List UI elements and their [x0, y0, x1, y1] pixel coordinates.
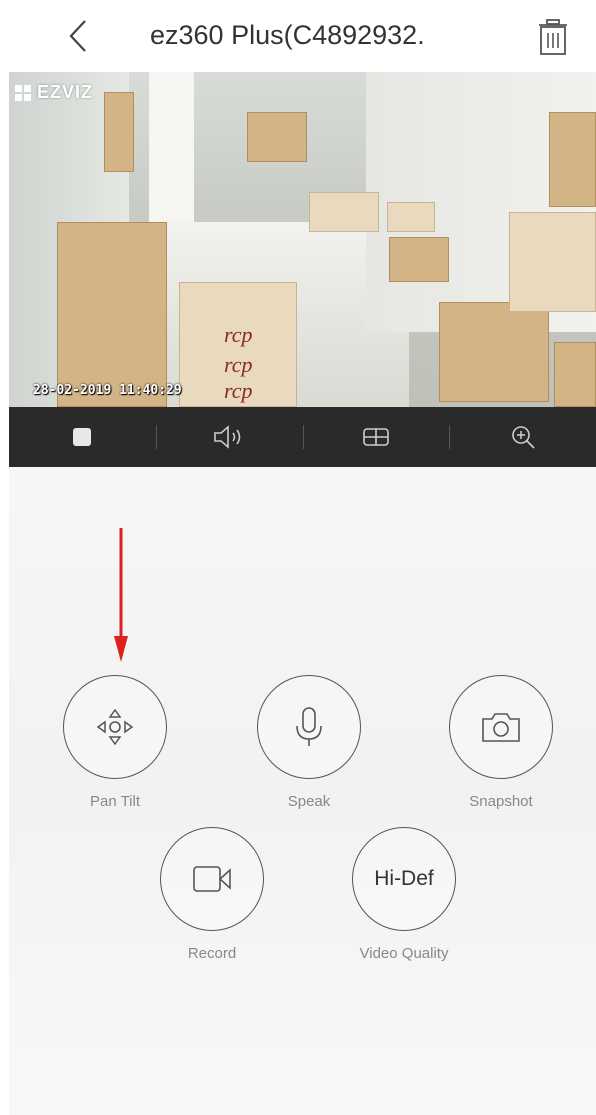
chevron-left-icon	[69, 20, 86, 52]
microphone-icon	[296, 707, 322, 746]
zoom-in-icon	[511, 426, 535, 449]
page-title: ez360 Plus(C4892932.	[150, 20, 425, 50]
multi-view-button[interactable]	[302, 407, 450, 467]
box-print: rcp	[224, 378, 253, 403]
camera-icon	[482, 713, 520, 742]
video-toolbar	[9, 407, 596, 467]
record-button[interactable]	[160, 827, 264, 931]
pan-tilt-button[interactable]	[63, 675, 167, 779]
pan-tilt-label: Pan Tilt	[89, 793, 141, 810]
box-print: rcp	[224, 322, 253, 347]
sound-button[interactable]	[155, 407, 303, 467]
video-quality-label: Video Quality	[359, 945, 449, 962]
back-button[interactable]	[58, 16, 98, 56]
annotation-arrow-icon	[114, 528, 128, 662]
top-bar: ez360 Plus(C4892932.	[0, 0, 596, 72]
speak-control: Speak	[239, 675, 379, 810]
control-panel: Pan Tilt Speak Snapshot Record Hi-Def Vi…	[9, 467, 596, 1115]
scene-box	[57, 222, 167, 407]
pan-tilt-control: Pan Tilt	[45, 675, 185, 810]
ezviz-logo-icon	[15, 84, 31, 101]
video-quality-button[interactable]: Hi-Def	[352, 827, 456, 931]
speak-label: Speak	[287, 793, 331, 810]
zoom-button[interactable]	[449, 407, 596, 467]
pan-tilt-icon	[96, 708, 134, 746]
stop-icon	[73, 428, 92, 446]
video-quality-control: Hi-Def Video Quality	[334, 827, 474, 962]
box-print: rcp	[224, 352, 253, 377]
record-control: Record	[142, 827, 282, 962]
brand-text: EZVIZ	[37, 82, 94, 102]
video-quality-value: Hi-Def	[374, 867, 434, 890]
delete-button[interactable]	[533, 16, 573, 58]
speak-button[interactable]	[257, 675, 361, 779]
snapshot-control: Snapshot	[431, 675, 571, 810]
snapshot-label: Snapshot	[469, 793, 533, 810]
video-timestamp: 28-02-2019 11:40:29	[33, 383, 182, 398]
stop-button[interactable]	[9, 407, 156, 467]
speaker-icon	[214, 425, 241, 449]
multi-view-icon	[363, 428, 389, 446]
snapshot-button[interactable]	[449, 675, 553, 779]
video-camera-icon	[193, 866, 231, 892]
live-video-feed[interactable]: rcp rcp rcp EZVIZ 28-02-2019 11:40:29	[9, 72, 596, 407]
ezviz-logo: EZVIZ	[15, 82, 93, 103]
trash-icon	[539, 19, 567, 55]
record-label: Record	[187, 945, 237, 962]
